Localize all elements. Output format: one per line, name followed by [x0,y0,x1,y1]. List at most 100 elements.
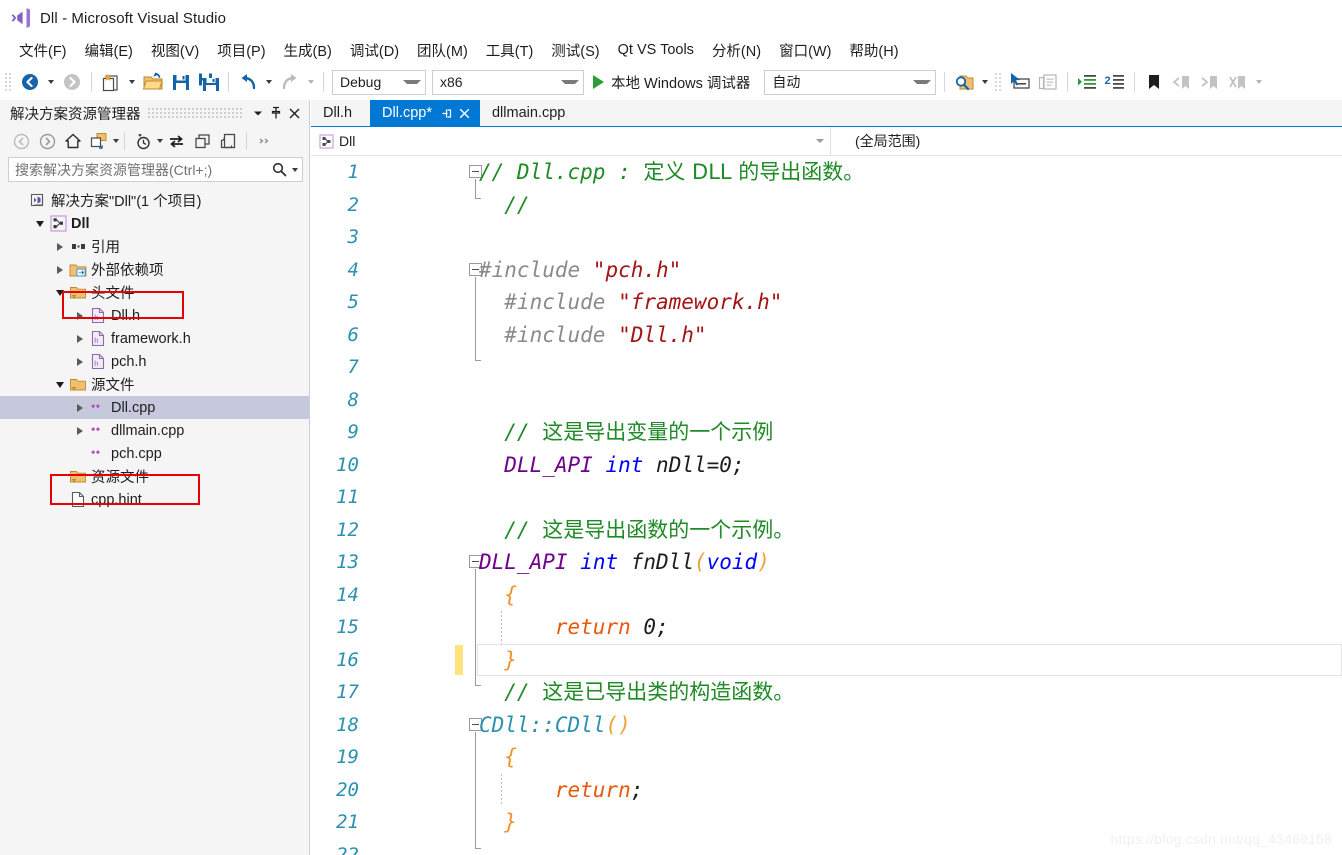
navigate-back-icon[interactable] [17,69,43,95]
toolbar-overflow-icon[interactable] [252,129,278,153]
code-line[interactable]: 4 #include "pch.h" [311,254,1342,287]
code-line[interactable]: 1 // Dll.cpp : 定义 DLL 的导出函数。 [311,156,1342,189]
tree-item-dll[interactable]: Dll [0,212,309,235]
forward-icon[interactable] [34,129,60,153]
code-editor-surface[interactable]: 1 // Dll.cpp : 定义 DLL 的导出函数。 2 // 3 4 #includ… [311,156,1342,855]
tree-item-dll.cpp[interactable]: Dll.cpp [0,396,309,419]
pin-icon[interactable] [267,104,285,122]
switch-views-icon[interactable] [86,129,112,153]
tree-item--dll-1-[interactable]: 解决方案"Dll"(1 个项目) [0,189,309,212]
code-line[interactable]: 16 } [311,643,1342,676]
back-icon[interactable] [8,129,34,153]
menu-item-file[interactable]: 文件(F) [10,38,76,63]
new-item-dropdown-icon[interactable] [129,80,135,84]
menu-item-analyze[interactable]: 分析(N) [703,38,770,63]
solution-configuration-combo[interactable]: Debug [332,69,426,95]
close-icon[interactable] [456,104,474,122]
menu-item-build[interactable]: 生成(B) [275,38,341,63]
tree-item-pch.cpp[interactable]: pch.cpp [0,442,309,465]
properties-icon[interactable] [215,129,241,153]
chevron-down-icon[interactable] [52,373,67,396]
solution-tree[interactable]: 解决方案"Dll"(1 个项目) Dll 引用 外部依赖项 头文件 h Dll.h h fram… [0,185,309,855]
code-line[interactable]: 2 // [311,188,1342,222]
chevron-down-icon[interactable] [32,212,47,235]
search-input[interactable]: 搜索解决方案资源管理器(Ctrl+;) [15,160,271,180]
code-line[interactable]: 15 return 0; [311,611,1342,644]
editor-tab-dllmain-cpp[interactable]: dllmain.cpp [479,100,584,126]
tree-item--[interactable]: 外部依赖项 [0,258,309,281]
navbar-scope-combo[interactable]: Dll [311,127,831,155]
find-dropdown-icon[interactable] [982,80,989,84]
redo-dropdown-icon[interactable] [308,80,314,84]
chevron-right-icon[interactable] [72,419,87,442]
chevron-right-icon[interactable] [52,258,67,281]
chevron-right-icon[interactable] [72,350,87,373]
tree-item--[interactable]: 引用 [0,235,309,258]
home-icon[interactable] [60,129,86,153]
code-line[interactable]: 8 [311,384,1342,417]
search-icon[interactable] [271,161,288,178]
chevron-right-icon[interactable] [72,327,87,350]
menu-item-project[interactable]: 项目(P) [208,38,274,63]
code-line[interactable]: 6 #include "Dll.h" [311,318,1342,351]
tree-item--[interactable]: 资源文件 [0,465,309,488]
toolbar-overflow-icon[interactable] [1256,80,1263,84]
menu-item-test[interactable]: 测试(S) [542,38,608,63]
code-line[interactable]: 3 [311,221,1342,254]
code-line[interactable]: 20 return; [311,773,1342,806]
save-all-icon[interactable] [196,69,222,95]
code-line[interactable]: 9 // 这是导出变量的一个示例 [311,416,1342,449]
tree-item-pch.h[interactable]: h pch.h [0,350,309,373]
undo-dropdown-icon[interactable] [266,80,272,84]
previous-bookmark-icon[interactable] [1169,69,1195,95]
chevron-right-icon[interactable] [72,304,87,327]
code-line[interactable]: 11 [311,481,1342,514]
decrease-indent-icon[interactable]: 2 [1102,69,1128,95]
next-bookmark-icon[interactable] [1197,69,1223,95]
navigate-back-dropdown-icon[interactable] [48,80,54,84]
panel-drag-handle[interactable] [146,107,243,119]
find-in-files-icon[interactable] [951,69,977,95]
comment-block-icon[interactable] [1035,69,1061,95]
menu-item-qt-vs-tools[interactable]: Qt VS Tools [609,40,703,60]
redo-icon[interactable] [277,69,303,95]
save-icon[interactable] [168,69,194,95]
pointer-select-icon[interactable] [1007,69,1033,95]
attach-combo[interactable]: 自动 [764,69,937,95]
search-options-dropdown-icon[interactable] [292,167,298,172]
toolbar-grip[interactable] [994,72,1004,92]
solution-platform-combo[interactable]: x86 [432,69,584,95]
solution-explorer-search[interactable]: 搜索解决方案资源管理器(Ctrl+;) [8,157,303,182]
increase-indent-icon[interactable] [1074,69,1100,95]
chevron-right-icon[interactable] [72,396,87,419]
tree-item-dllmain.cpp[interactable]: dllmain.cpp [0,419,309,442]
navbar-member-combo[interactable]: (全局范围) [831,127,1131,155]
menu-item-tools[interactable]: 工具(T) [477,38,543,63]
new-item-icon[interactable] [98,69,124,95]
code-line[interactable]: 14 { [311,578,1342,611]
code-line[interactable]: 19 { [311,741,1342,774]
menu-item-debug[interactable]: 调试(D) [341,38,408,63]
undo-icon[interactable] [235,69,261,95]
clear-bookmarks-icon[interactable] [1225,69,1251,95]
start-debugging-button[interactable]: 本地 Windows 调试器 [593,72,756,93]
tree-item-cpp.hint[interactable]: cpp.hint [0,488,309,511]
switch-views-dropdown-icon[interactable] [113,139,119,143]
menu-item-window[interactable]: 窗口(W) [770,38,840,63]
chevron-down-icon[interactable] [52,281,67,304]
menu-item-view[interactable]: 视图(V) [142,38,208,63]
tree-item--[interactable]: 头文件 [0,281,309,304]
close-icon[interactable] [285,104,303,122]
sync-with-active-document-icon[interactable] [163,129,189,153]
refresh-icon[interactable] [189,129,215,153]
editor-tab-dll-cpp[interactable]: Dll.cpp* [370,100,480,126]
code-line[interactable]: 10 DLL_API int nDll=0; [311,449,1342,482]
menu-item-help[interactable]: 帮助(H) [840,38,907,63]
code-line[interactable]: 17 // 这是已导出类的构造函数。 [311,676,1342,709]
code-line[interactable]: 18 CDll::CDll() [311,709,1342,742]
menu-item-edit[interactable]: 编辑(E) [76,38,142,63]
navigate-forward-icon[interactable] [59,69,85,95]
editor-tab-dll-h[interactable]: Dll.h [311,100,371,126]
chevron-right-icon[interactable] [52,235,67,258]
open-file-icon[interactable] [140,69,166,95]
